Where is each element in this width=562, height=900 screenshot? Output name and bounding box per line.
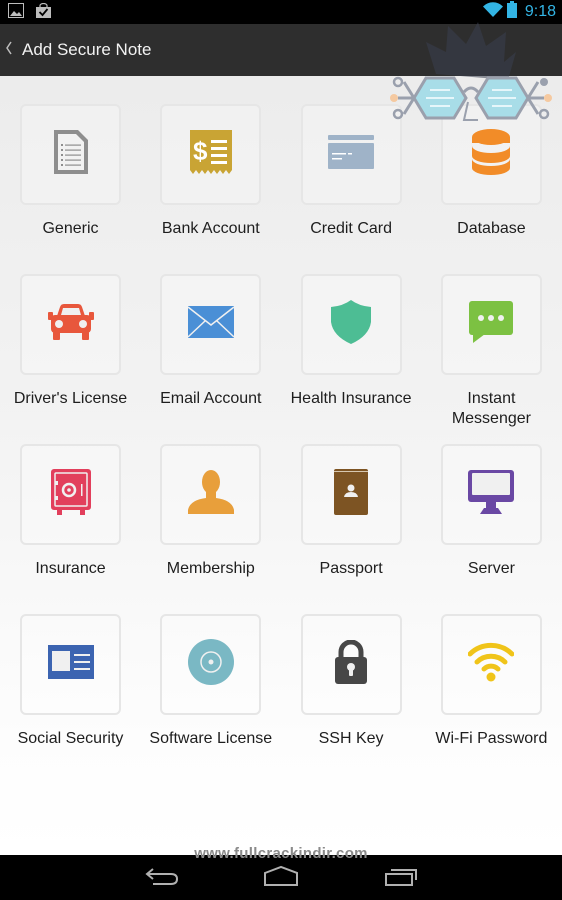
note-type-wifi-password[interactable]: Wi-Fi Password (435, 614, 547, 784)
tile[interactable] (440, 614, 542, 715)
page-title[interactable]: Add Secure Note (22, 40, 151, 60)
note-type-label: SSH Key (318, 730, 384, 747)
wifi-signal-icon (467, 642, 515, 687)
note-type-insurance[interactable]: Insurance (20, 444, 121, 614)
note-type-passport[interactable]: Passport (300, 444, 402, 614)
tile[interactable] (160, 274, 262, 375)
note-type-generic[interactable]: Generic (20, 104, 121, 274)
monitor-icon (468, 470, 515, 519)
action-bar: Add Secure Note (0, 24, 562, 76)
note-type-health-insurance[interactable]: Health Insurance (291, 274, 412, 444)
envelope-icon (187, 306, 235, 343)
note-type-label: Instant Messenger (451, 390, 531, 427)
passport-icon (334, 469, 369, 520)
disc-icon (187, 639, 234, 690)
note-type-software-license[interactable]: Software License (149, 614, 272, 784)
note-type-label: Membership (166, 560, 255, 577)
back-arrow-icon[interactable] (145, 865, 179, 892)
battery-icon (506, 1, 517, 23)
shield-icon (331, 300, 372, 349)
note-type-label: Social Security (17, 730, 124, 747)
tile[interactable] (20, 614, 121, 715)
tile[interactable] (440, 274, 542, 375)
note-type-label: Passport (319, 560, 383, 577)
note-type-grid-area: Generic $ Bank Account Credit Card Datab… (0, 76, 562, 855)
tile[interactable] (20, 444, 121, 545)
note-type-label: Generic (42, 220, 99, 237)
person-icon (187, 470, 234, 519)
shopping-bag-check-icon (36, 2, 51, 23)
tile[interactable] (20, 274, 121, 375)
tile[interactable] (440, 444, 542, 545)
tile[interactable] (160, 614, 262, 715)
note-type-grid: Generic $ Bank Account Credit Card Datab… (14, 104, 547, 784)
note-type-label: Driver's License (13, 390, 128, 407)
chat-bubble-icon (469, 301, 514, 348)
note-type-social-security[interactable]: Social Security (18, 614, 123, 784)
credit-card-icon (328, 135, 375, 174)
note-type-label: Software License (149, 730, 273, 747)
note-type-label: Health Insurance (290, 390, 412, 407)
receipt-dollar-icon: $ (189, 130, 232, 179)
note-type-server[interactable]: Server (440, 444, 542, 614)
note-type-membership[interactable]: Membership (160, 444, 262, 614)
tile[interactable] (160, 444, 262, 545)
note-type-database[interactable]: Database (440, 104, 542, 274)
car-icon (47, 304, 94, 345)
svg-text:$: $ (193, 136, 208, 166)
note-type-email-account[interactable]: Email Account (160, 274, 261, 444)
document-icon (53, 130, 88, 179)
watermark-url: www.fullcrackindir.com (194, 845, 368, 862)
tile[interactable] (300, 274, 402, 375)
note-type-bank-account[interactable]: $ Bank Account (160, 104, 262, 274)
tile[interactable] (20, 104, 121, 205)
tile[interactable] (300, 614, 402, 715)
clock: 9:18 (524, 3, 556, 20)
note-type-label: Bank Account (161, 220, 260, 237)
note-type-drivers-license[interactable]: Driver's License (14, 274, 127, 444)
chevron-left-icon[interactable] (4, 40, 20, 61)
id-card-icon (47, 645, 94, 684)
note-type-ssh-key[interactable]: SSH Key (300, 614, 402, 784)
recent-apps-icon[interactable] (384, 865, 418, 892)
note-type-label: Email Account (160, 390, 262, 407)
tile[interactable] (300, 444, 402, 545)
note-type-label: Credit Card (310, 220, 392, 237)
home-icon[interactable] (263, 865, 299, 892)
image-notification-icon (8, 3, 24, 23)
note-type-instant-messenger[interactable]: Instant Messenger (440, 274, 542, 444)
tile[interactable] (300, 104, 402, 205)
status-bar: 9:18 (0, 0, 562, 24)
note-type-label: Wi-Fi Password (435, 730, 548, 747)
note-type-label: Server (467, 560, 515, 577)
note-type-label: Insurance (35, 560, 106, 577)
note-type-credit-card[interactable]: Credit Card (300, 104, 402, 274)
safe-icon (50, 469, 91, 520)
tile[interactable] (440, 104, 542, 205)
database-icon (472, 129, 511, 180)
wifi-icon (482, 2, 503, 22)
padlock-icon (335, 639, 368, 689)
tile[interactable]: $ (160, 104, 262, 205)
note-type-label: Database (457, 220, 526, 237)
